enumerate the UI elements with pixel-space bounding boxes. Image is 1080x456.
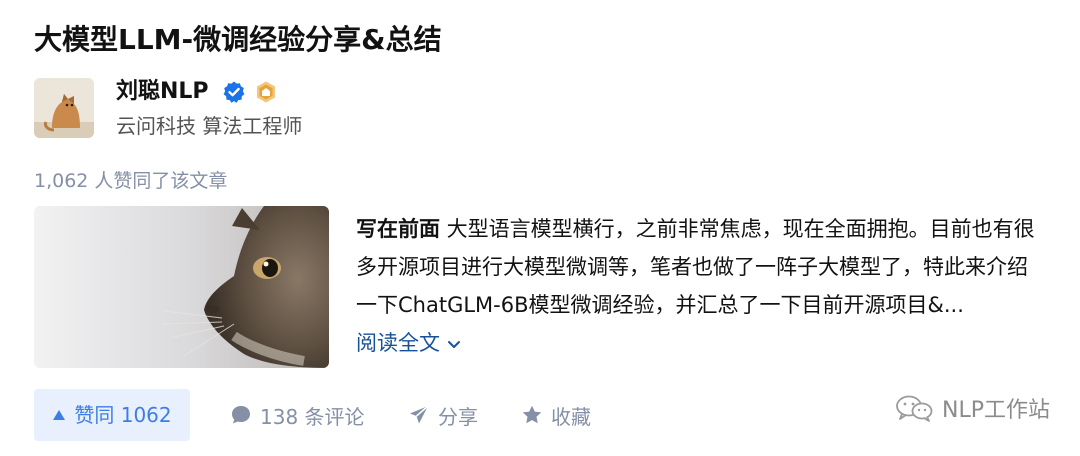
triangle-up-icon xyxy=(53,410,66,420)
wechat-icon xyxy=(896,395,933,422)
upvote-summary: 1,062 人赞同了该文章 xyxy=(34,170,228,192)
excerpt-lead: 写在前面 xyxy=(356,217,440,241)
watermark-label: NLP工作站 xyxy=(942,398,1050,423)
level-badge-icon[interactable] xyxy=(254,80,278,104)
paper-plane-icon xyxy=(410,405,429,424)
share-label: 分享 xyxy=(438,404,478,429)
favorite-button[interactable]: 收藏 xyxy=(521,389,591,441)
favorite-label: 收藏 xyxy=(551,404,591,429)
author-name[interactable]: 刘聪NLP xyxy=(116,78,209,106)
verified-icon[interactable] xyxy=(222,80,246,104)
comments-label: 138 条评论 xyxy=(260,404,365,429)
author-info: 刘聪NLP 云问科技 算法工程师 xyxy=(34,78,734,140)
cat-photo xyxy=(34,206,329,368)
author-bio: 云问科技 算法工程师 xyxy=(116,114,303,138)
upvote-button[interactable]: 赞同 1062 xyxy=(34,389,190,441)
author-avatar[interactable] xyxy=(34,78,94,138)
upvote-label: 赞同 1062 xyxy=(74,403,172,427)
article-title[interactable]: 大模型LLM-微调经验分享&总结 xyxy=(34,20,1034,60)
read-more-link[interactable]: 阅读全文 xyxy=(356,331,464,355)
chevron-down-icon xyxy=(448,341,460,348)
share-button[interactable]: 分享 xyxy=(408,389,478,441)
excerpt-body: 大型语言模型横行，之前非常焦虑，现在全面拥抱。目前也有很多开源项目进行大模型微调… xyxy=(356,217,1035,317)
comments-button[interactable]: 138 条评论 xyxy=(230,389,365,441)
star-icon xyxy=(522,405,542,424)
read-more-label: 阅读全文 xyxy=(356,331,440,355)
cover-image[interactable] xyxy=(34,206,329,368)
author-badges xyxy=(222,80,278,104)
wechat-watermark: NLP工作站 xyxy=(894,392,1050,424)
article-excerpt[interactable]: 写在前面 大型语言模型横行，之前非常焦虑，现在全面拥抱。目前也有很多开源项目进行… xyxy=(356,210,1046,362)
comment-icon xyxy=(232,406,250,424)
avatar-image xyxy=(34,78,94,138)
